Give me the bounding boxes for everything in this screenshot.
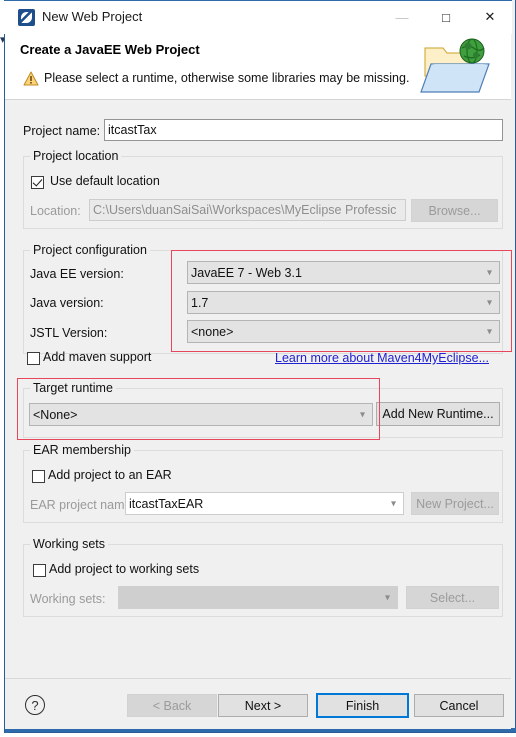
java-version-label: Java version: [30,296,104,310]
add-project-to-working-sets-checkbox[interactable] [33,564,46,577]
header-message: Please select a runtime, otherwise some … [44,71,410,85]
add-project-to-ear-label: Add project to an EAR [48,468,172,482]
new-project-button[interactable]: New Project... [411,492,499,515]
warning-triangle-icon [23,71,39,86]
chevron-down-icon: ▾ [384,592,390,603]
working-sets-select[interactable]: ▾ [118,586,398,609]
minimize-icon: — [395,9,409,25]
myeclipse-icon [18,9,35,26]
chevron-down-icon: ▾ [359,409,365,420]
close-icon: ✕ [484,9,496,24]
page-title: Create a JavaEE Web Project [20,42,200,57]
use-default-location-checkbox[interactable] [31,176,44,189]
target-runtime-select[interactable]: <None> ▾ [29,403,373,426]
chevron-down-icon: ▾ [486,326,492,337]
project-name-input[interactable]: itcastTax [104,119,503,141]
maximize-button[interactable]: □ [424,1,468,33]
working-sets-group-label: Working sets [30,537,109,551]
ear-membership-group-label: EAR membership [30,443,134,457]
wizard-header: Create a JavaEE Web Project Please selec… [5,34,511,100]
project-configuration-group-label: Project configuration [30,243,150,257]
javaee-version-label: Java EE version: [30,267,124,281]
titlebar: New Web Project — □ ✕ [4,0,512,34]
javaee-version-select[interactable]: JavaEE 7 - Web 3.1 ▾ [187,261,500,284]
target-runtime-value: <None> [33,407,78,422]
jstl-version-label: JSTL Version: [30,326,108,340]
project-name-label: Project name: [23,124,101,138]
target-runtime-group-label: Target runtime [30,381,116,395]
back-button[interactable]: < Back [127,694,217,717]
cancel-button[interactable]: Cancel [414,694,504,717]
web-project-folder-globe-icon [420,38,490,93]
select-working-sets-button[interactable]: Select... [406,586,499,609]
javaee-version-value: JavaEE 7 - Web 3.1 [191,265,302,280]
wizard-footer: ? < Back Next > Finish Cancel [5,678,511,729]
working-sets-label: Working sets: [30,592,106,606]
browse-button[interactable]: Browse... [411,199,498,222]
jstl-version-value: <none> [191,324,234,339]
help-icon[interactable]: ? [25,695,45,715]
ear-project-name-select[interactable]: itcastTaxEAR ▾ [125,492,404,515]
location-label: Location: [30,204,81,218]
java-version-value: 1.7 [191,295,209,310]
maximize-icon: □ [442,9,450,25]
ear-project-name-value: itcastTaxEAR [129,496,204,511]
wizard-body: Project name: itcastTax Project location… [5,100,511,678]
next-button[interactable]: Next > [218,694,308,717]
chevron-down-icon: ▾ [486,297,492,308]
maven4myeclipse-link[interactable]: Learn more about Maven4MyEclipse... [275,351,489,365]
add-maven-support-label: Add maven support [43,350,152,364]
ear-project-name-label: EAR project name: [30,498,135,512]
project-location-group-label: Project location [30,149,122,163]
screen: ▾ New Web Project — □ ✕ Create a JavaEE … [0,0,516,737]
use-default-location-label: Use default location [50,174,160,188]
java-version-select[interactable]: 1.7 ▾ [187,291,500,314]
window-title: New Web Project [42,9,143,24]
chevron-down-icon: ▾ [486,267,492,278]
finish-button[interactable]: Finish [316,693,409,718]
minimize-button[interactable]: — [380,1,424,33]
add-maven-support-checkbox[interactable] [27,352,40,365]
chevron-down-icon: ▾ [390,498,396,509]
add-project-to-ear-checkbox[interactable] [32,470,45,483]
jstl-version-select[interactable]: <none> ▾ [187,320,500,343]
add-project-to-working-sets-label: Add project to working sets [49,562,200,576]
add-new-runtime-button[interactable]: Add New Runtime... [376,402,500,426]
close-button[interactable]: ✕ [468,1,512,33]
location-input[interactable]: C:\Users\duanSaiSai\Workspaces\MyEclipse… [89,199,406,221]
